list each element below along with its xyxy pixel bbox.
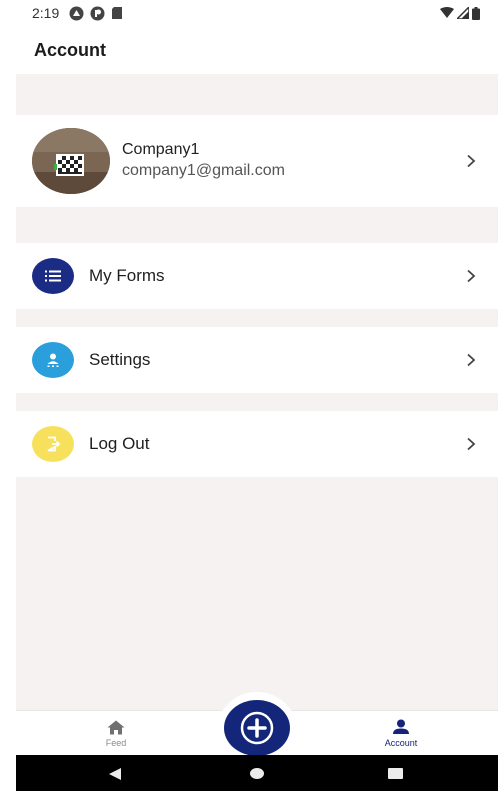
wifi-icon (440, 7, 454, 18)
person-icon (32, 342, 74, 378)
status-bar: 2:19 (0, 0, 498, 26)
nav-item-account[interactable]: Account (370, 711, 432, 756)
profile-row[interactable]: Company1 company1@gmail.com (16, 115, 498, 207)
home-button-icon[interactable] (250, 768, 264, 779)
notification-circle-icon (69, 6, 84, 20)
chevron-right-icon (467, 437, 476, 451)
sd-card-icon (112, 7, 123, 19)
android-nav-bar (16, 755, 498, 791)
logout-icon (32, 426, 74, 462)
menu-item-label: My Forms (89, 266, 165, 285)
profile-name: Company1 (122, 141, 200, 158)
menu-item-my-forms[interactable]: My Forms (16, 243, 498, 309)
list-icon (32, 258, 74, 294)
profile-email: company1@gmail.com (122, 162, 285, 179)
system-status-icons (440, 6, 480, 20)
signal-icon (457, 7, 469, 19)
menu-item-settings[interactable]: Settings (16, 327, 498, 393)
status-time: 2:19 (32, 5, 60, 21)
account-content: Company1 company1@gmail.com My Forms Set… (16, 74, 498, 710)
menu-item-label: Log Out (89, 434, 150, 453)
plus-icon (240, 711, 274, 745)
menu-item-log-out[interactable]: Log Out (16, 411, 498, 477)
person-icon (393, 719, 409, 734)
avatar-photo (32, 128, 110, 194)
nav-label-account: Account (384, 738, 418, 748)
recents-icon[interactable] (388, 768, 403, 779)
home-icon (107, 720, 125, 734)
chevron-right-icon (467, 154, 476, 168)
nav-item-feed[interactable]: Feed (86, 711, 146, 756)
account-screen: 2:19 Account Company1 company1@gmail.com… (0, 0, 498, 791)
app-header: Account (0, 26, 498, 74)
notification-icons (69, 6, 123, 21)
profile-text: Company1 company1@gmail.com (122, 141, 285, 180)
avatar (32, 128, 110, 194)
page-title: Account (34, 39, 106, 60)
nav-label-feed: Feed (105, 737, 127, 748)
back-icon[interactable] (108, 767, 122, 781)
add-button[interactable] (224, 700, 290, 756)
menu-item-label: Settings (89, 350, 151, 369)
chevron-right-icon (467, 353, 476, 367)
chevron-right-icon (467, 269, 476, 283)
notification-p-icon (90, 6, 105, 20)
battery-icon (472, 6, 480, 20)
